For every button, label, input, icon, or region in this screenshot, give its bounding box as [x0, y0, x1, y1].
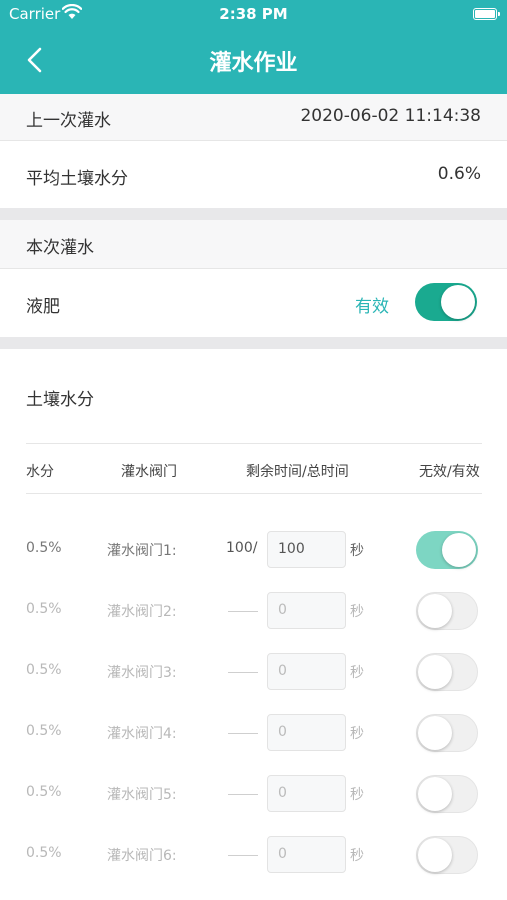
col-header-time: 剩余时间/总时间	[246, 464, 349, 480]
liquid-fertilizer-row: 液肥 有效	[0, 269, 507, 337]
valve-toggle[interactable]	[416, 653, 478, 691]
valve-time-unit: 秒	[350, 726, 364, 742]
liquid-fertilizer-label: 液肥	[26, 297, 60, 317]
valve-moisture: 0.5%	[26, 784, 62, 800]
section-divider	[0, 337, 507, 349]
remaining-dash	[228, 733, 258, 734]
avg-soil-moisture-label: 平均土壤水分	[26, 169, 128, 189]
valve-time-unit: 秒	[350, 848, 364, 864]
valve-row: 0.5% 灌水阀门1: 100/ 100 秒	[0, 530, 507, 570]
valve-name: 灌水阀门3:	[107, 665, 177, 681]
avg-soil-moisture-row: 平均土壤水分 0.6%	[0, 141, 507, 208]
battery-icon	[473, 8, 500, 20]
valve-name: 灌水阀门6:	[107, 848, 177, 864]
remaining-dash	[228, 794, 258, 795]
valve-name: 灌水阀门2:	[107, 604, 177, 620]
table-header-line	[26, 493, 482, 494]
toggle-knob	[418, 838, 452, 872]
valve-moisture: 0.5%	[26, 723, 62, 739]
liquid-fertilizer-toggle[interactable]	[415, 283, 477, 321]
remaining-dash	[228, 672, 258, 673]
last-irrigation-value: 2020-06-02 11:14:38	[300, 106, 481, 126]
page-title: 灌水作业	[209, 51, 298, 76]
col-header-valve: 灌水阀门	[121, 464, 177, 480]
valve-toggle[interactable]	[416, 775, 478, 813]
valve-remaining: 100/	[226, 540, 258, 556]
valve-row: 0.5% 灌水阀门6: 0 秒	[0, 835, 507, 875]
current-irrigation-label: 本次灌水	[26, 238, 94, 258]
valve-time-unit: 秒	[350, 543, 364, 559]
valve-moisture: 0.5%	[26, 601, 62, 617]
status-time: 2:38 PM	[219, 5, 288, 23]
current-irrigation-row: 本次灌水	[0, 220, 507, 268]
valve-toggle[interactable]	[416, 836, 478, 874]
valve-time-input[interactable]: 0	[267, 592, 346, 629]
toggle-knob	[418, 716, 452, 750]
valve-name: 灌水阀门1:	[107, 543, 177, 559]
last-irrigation-label: 上一次灌水	[26, 111, 111, 131]
valve-row: 0.5% 灌水阀门3: 0 秒	[0, 652, 507, 692]
valve-name: 灌水阀门5:	[107, 787, 177, 803]
status-bar: Carrier 2:38 PM	[0, 0, 507, 28]
valve-toggle[interactable]	[416, 714, 478, 752]
table-top-line	[26, 443, 482, 444]
soil-moisture-title: 土壤水分	[26, 390, 94, 410]
toggle-knob	[418, 777, 452, 811]
valve-time-input[interactable]: 0	[267, 714, 346, 751]
col-header-moisture: 水分	[26, 464, 54, 480]
valve-time-unit: 秒	[350, 665, 364, 681]
valve-time-input[interactable]: 0	[267, 775, 346, 812]
toggle-knob	[418, 594, 452, 628]
header-bar: Carrier 2:38 PM 灌水作业	[0, 0, 507, 94]
valve-time-input[interactable]: 0	[267, 836, 346, 873]
liquid-fertilizer-status: 有效	[355, 297, 389, 317]
valve-moisture: 0.5%	[26, 662, 62, 678]
valve-row: 0.5% 灌水阀门2: 0 秒	[0, 591, 507, 631]
valve-row: 0.5% 灌水阀门5: 0 秒	[0, 774, 507, 814]
valve-toggle[interactable]	[416, 592, 478, 630]
valve-time-input[interactable]: 100	[267, 531, 346, 568]
section-divider	[0, 208, 507, 220]
valve-row: 0.5% 灌水阀门4: 0 秒	[0, 713, 507, 753]
last-irrigation-row: 上一次灌水 2020-06-02 11:14:38	[0, 94, 507, 140]
remaining-dash	[228, 611, 258, 612]
remaining-dash	[228, 855, 258, 856]
avg-soil-moisture-value: 0.6%	[437, 164, 481, 184]
toggle-knob	[418, 655, 452, 689]
valve-time-unit: 秒	[350, 787, 364, 803]
valve-name: 灌水阀门4:	[107, 726, 177, 742]
valve-moisture: 0.5%	[26, 540, 62, 556]
valve-time-unit: 秒	[350, 604, 364, 620]
valve-time-input[interactable]: 0	[267, 653, 346, 690]
valve-moisture: 0.5%	[26, 845, 62, 861]
toggle-knob	[441, 285, 475, 319]
valve-toggle[interactable]	[416, 531, 478, 569]
col-header-enabled: 无效/有效	[419, 464, 480, 480]
toggle-knob	[442, 533, 476, 567]
